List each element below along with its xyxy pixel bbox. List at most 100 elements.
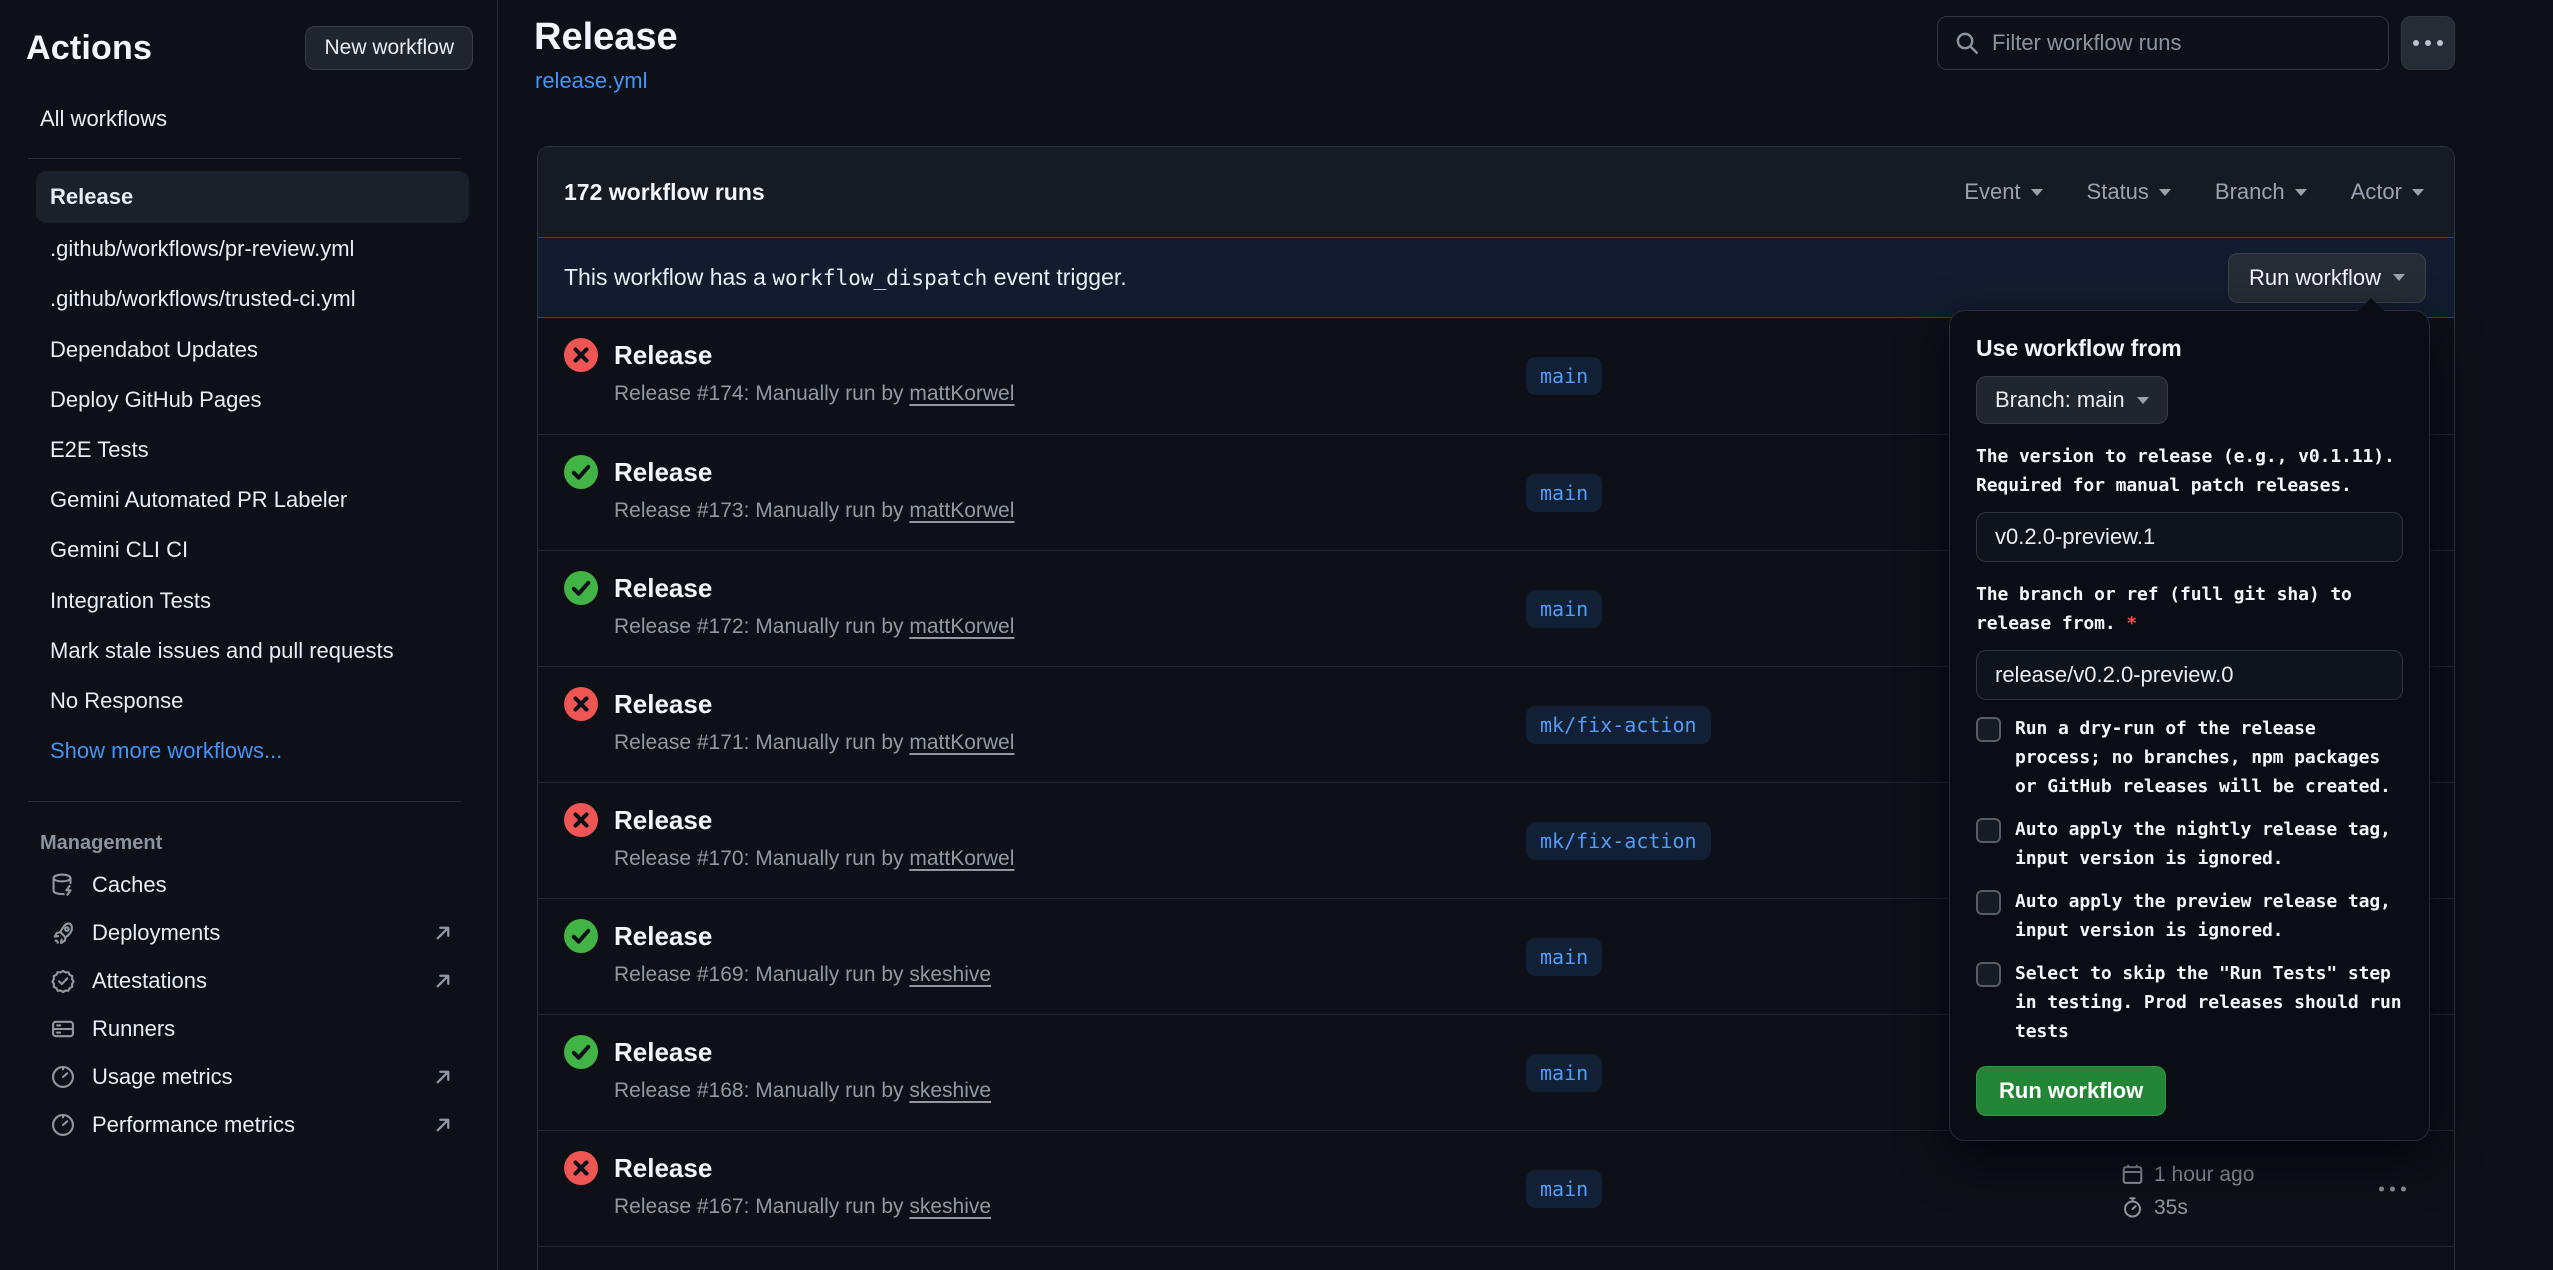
- sidebar-item-no-response[interactable]: No Response: [36, 677, 469, 725]
- external-link-icon: [431, 1113, 455, 1137]
- sidebar-item-deploy-github-pages[interactable]: Deploy GitHub Pages: [36, 376, 469, 424]
- sidebar-item-performance-metrics[interactable]: Performance metrics: [36, 1101, 469, 1149]
- branch-badge[interactable]: main: [1526, 357, 1602, 395]
- panel-title: Use workflow from: [1976, 335, 2403, 362]
- run-workflow-submit-button[interactable]: Run workflow: [1976, 1066, 2166, 1116]
- run-options-kebab-button[interactable]: [2369, 1176, 2416, 1201]
- skip-tests-checkbox-label: Select to skip the "Run Tests" step in t…: [2015, 959, 2403, 1046]
- banner-text: This workflow has a workflow_dispatch ev…: [564, 264, 2218, 291]
- run-title-link[interactable]: Release: [614, 805, 712, 836]
- run-title-link[interactable]: Release: [614, 573, 712, 604]
- version-input[interactable]: [1976, 512, 2403, 562]
- branch-badge[interactable]: mk/fix-action: [1526, 706, 1711, 744]
- event-filter-dropdown[interactable]: Event: [1964, 179, 2042, 205]
- management-section-label: Management: [40, 832, 473, 855]
- dry-run-checkbox[interactable]: [1976, 717, 2001, 742]
- required-marker: *: [2126, 613, 2137, 634]
- status-filter-dropdown[interactable]: Status: [2087, 179, 2171, 205]
- meter-icon: [50, 1064, 76, 1090]
- sidebar-item-mark-stale[interactable]: Mark stale issues and pull requests: [36, 627, 469, 675]
- success-status-icon: [564, 455, 598, 489]
- sidebar-item-dependabot-updates[interactable]: Dependabot Updates: [36, 326, 469, 374]
- workflow-dispatch-code: workflow_dispatch: [772, 266, 987, 290]
- failure-status-icon: [564, 687, 598, 721]
- actor-link[interactable]: mattKorwel: [909, 615, 1014, 638]
- branch-badge[interactable]: mk/fix-action: [1526, 822, 1711, 860]
- success-status-icon: [564, 919, 598, 953]
- failure-status-icon: [564, 803, 598, 837]
- sidebar-item-label: Deployments: [92, 920, 415, 946]
- sidebar-item-gemini-automated-pr-labeler[interactable]: Gemini Automated PR Labeler: [36, 476, 469, 524]
- new-workflow-button[interactable]: New workflow: [305, 26, 473, 70]
- sidebar-item-pr-review[interactable]: .github/workflows/pr-review.yml: [36, 225, 469, 273]
- sidebar-title: Actions: [26, 29, 152, 68]
- actor-link[interactable]: mattKorwel: [909, 382, 1014, 405]
- cache-icon: [50, 872, 76, 898]
- external-link-icon: [431, 1065, 455, 1089]
- run-title-link[interactable]: Release: [614, 1153, 712, 1184]
- branch-badge[interactable]: main: [1526, 938, 1602, 976]
- run-title-link[interactable]: Release: [614, 457, 712, 488]
- sidebar-item-caches[interactable]: Caches: [36, 861, 469, 909]
- calendar-icon: [2121, 1163, 2144, 1186]
- workflow-file-link[interactable]: release.yml: [535, 68, 647, 94]
- sidebar-item-e2e-tests[interactable]: E2E Tests: [36, 426, 469, 474]
- rocket-icon: [50, 920, 76, 946]
- workflow-dispatch-banner: This workflow has a workflow_dispatch ev…: [538, 237, 2454, 318]
- actor-link[interactable]: mattKorwel: [909, 731, 1014, 754]
- meter-icon: [50, 1112, 76, 1138]
- run-duration: 35s: [2154, 1195, 2188, 1219]
- run-title-link[interactable]: Release: [614, 1037, 712, 1068]
- actor-link[interactable]: skeshive: [909, 1195, 991, 1218]
- skip-tests-checkbox[interactable]: [1976, 962, 2001, 987]
- sidebar-item-deployments[interactable]: Deployments: [36, 909, 469, 957]
- verified-icon: [50, 968, 76, 994]
- run-workflow-dropdown-button[interactable]: Run workflow: [2228, 253, 2426, 303]
- sidebar-item-label: Performance metrics: [92, 1112, 415, 1138]
- preview-tag-checkbox-label: Auto apply the preview release tag, inpu…: [2015, 887, 2403, 945]
- sidebar-item-trusted-ci[interactable]: .github/workflows/trusted-ci.yml: [36, 275, 469, 323]
- nightly-tag-checkbox[interactable]: [1976, 818, 2001, 843]
- run-title-link[interactable]: Release: [614, 689, 712, 720]
- run-workflow-panel: Use workflow from Branch: main The versi…: [1949, 310, 2430, 1141]
- actor-link[interactable]: skeshive: [909, 963, 991, 986]
- external-link-icon: [431, 969, 455, 993]
- actor-filter-dropdown[interactable]: Actor: [2351, 179, 2424, 205]
- workflow-list: Release .github/workflows/pr-review.yml …: [26, 171, 473, 775]
- search-icon: [1954, 30, 1980, 56]
- sidebar-item-all-workflows[interactable]: All workflows: [40, 106, 473, 132]
- sidebar-item-runners[interactable]: Runners: [36, 1005, 469, 1053]
- branch-badge[interactable]: main: [1526, 474, 1602, 512]
- run-title-link[interactable]: Release: [614, 921, 712, 952]
- branch-filter-dropdown[interactable]: Branch: [2215, 179, 2307, 205]
- sidebar-item-gemini-cli-ci[interactable]: Gemini CLI CI: [36, 526, 469, 574]
- branch-badge[interactable]: main: [1526, 1170, 1602, 1208]
- external-link-icon: [431, 921, 455, 945]
- show-more-workflows-link[interactable]: Show more workflows...: [36, 727, 469, 775]
- preview-tag-checkbox[interactable]: [1976, 890, 2001, 915]
- workflow-run-row: Release Release #167: Manually run by sk…: [538, 1130, 2454, 1246]
- actor-link[interactable]: mattKorwel: [909, 499, 1014, 522]
- ref-input[interactable]: [1976, 650, 2403, 700]
- run-meta: 1 hour ago 35s: [2121, 1162, 2254, 1219]
- sidebar-item-release[interactable]: Release: [36, 171, 469, 223]
- caret-down-icon: [2159, 189, 2171, 196]
- sidebar-item-attestations[interactable]: Attestations: [36, 957, 469, 1005]
- page-title: Release: [534, 16, 678, 59]
- filter-workflow-runs-input[interactable]: [1992, 30, 2372, 56]
- branch-badge[interactable]: main: [1526, 590, 1602, 628]
- actor-link[interactable]: skeshive: [909, 1079, 991, 1102]
- actor-link[interactable]: mattKorwel: [909, 847, 1014, 870]
- workflow-options-kebab-button[interactable]: [2401, 16, 2455, 70]
- stopwatch-icon: [2121, 1196, 2144, 1219]
- caret-down-icon: [2393, 274, 2405, 281]
- sidebar-item-label: Caches: [92, 872, 455, 898]
- sidebar-item-integration-tests[interactable]: Integration Tests: [36, 577, 469, 625]
- branch-badge[interactable]: main: [1526, 1054, 1602, 1092]
- sidebar-item-label: Runners: [92, 1016, 455, 1042]
- sidebar-item-usage-metrics[interactable]: Usage metrics: [36, 1053, 469, 1101]
- branch-selector-button[interactable]: Branch: main: [1976, 376, 2168, 424]
- run-title-link[interactable]: Release: [614, 340, 712, 371]
- caret-down-icon: [2031, 189, 2043, 196]
- run-time: 1 hour ago: [2154, 1162, 2254, 1186]
